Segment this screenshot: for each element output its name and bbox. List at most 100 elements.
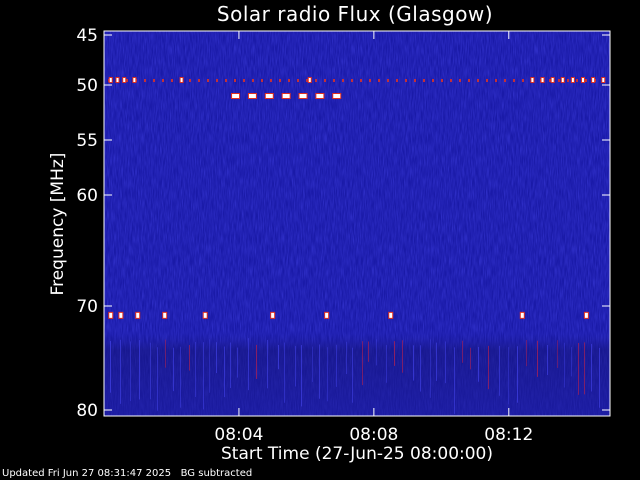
noise-streak [470,347,471,370]
rfi-dash [585,79,587,82]
rfi-dash [450,79,452,82]
rfi-spot [592,78,595,82]
noise-streak [157,347,158,411]
rfi-dash [441,79,443,82]
noise-streak [445,341,446,384]
rfi-spot [248,94,256,98]
y-tick-label: 60 [76,186,98,206]
rfi-dash [459,79,461,82]
noise-streak [591,343,592,392]
noise-streak [319,344,320,399]
rfi-dash [432,79,434,82]
rfi-spot [541,78,544,82]
noise-streak [312,346,313,382]
noise-streak [368,341,369,362]
rfi-dash [153,79,155,82]
rfi-spot [316,94,324,98]
noise-streak [420,345,421,392]
noise-streak [173,347,174,392]
noise-streak [195,341,196,397]
noise-streak [584,342,585,395]
rfi-spot [325,312,329,318]
noise-streak [301,345,302,407]
rfi-dash [306,79,308,82]
noise-streak [346,341,347,375]
rfi-dash [171,79,173,82]
noise-streak [578,342,579,395]
y-tick-label: 55 [76,131,98,151]
rfi-dash [423,79,425,82]
noise-streak [267,339,268,389]
rfi-spot [163,312,167,318]
rfi-spot [282,94,290,98]
rfi-spot [109,312,113,318]
rfi-dash [333,79,335,82]
rfi-spot [136,312,140,318]
rfi-spot [180,78,183,82]
rfi-spot [271,312,275,318]
rfi-dash [324,79,326,82]
rfi-dash [477,79,479,82]
rfi-spot [602,78,605,82]
noise-streak [336,344,337,387]
noise-streak [180,346,181,408]
rfi-dash [234,79,236,82]
rfi-spot [551,78,554,82]
x-tick-label: 08:12 [484,425,533,445]
rfi-dash [144,79,146,82]
noise-streak [352,347,353,403]
rfi-dash [513,79,515,82]
rfi-spot [561,78,564,82]
rfi-dash [351,79,353,82]
rfi-spot [133,78,136,82]
rfi-dash [207,79,209,82]
rfi-spot [299,94,307,98]
noise-streak [526,340,527,367]
rfi-spot [203,312,207,318]
noise-streak [150,342,151,400]
noise-streak [386,345,387,383]
rfi-dash [198,79,200,82]
rfi-dash [369,79,371,82]
noise-streak [462,340,463,363]
rfi-dash [252,79,254,82]
noise-streak [571,347,572,377]
rfi-dash [396,79,398,82]
noise-streak [499,345,500,396]
noise-streak [508,347,509,405]
low-frequency-band [104,334,610,416]
noise-streak [547,345,548,375]
rfi-dash [387,79,389,82]
noise-streak [488,345,489,390]
rfi-spot [389,312,393,318]
noise-streak [327,347,328,402]
footer-status: Updated Fri Jun 27 08:31:47 2025 BG subt… [2,468,253,479]
noise-streak [362,341,363,386]
noise-streak [110,341,111,393]
noise-streak [599,347,600,408]
noise-streak [454,347,455,414]
noise-streak [564,342,565,388]
rfi-spot [531,78,534,82]
y-tick-label: 45 [76,26,98,46]
noise-streak [413,345,414,381]
rfi-dash [243,79,245,82]
rfi-dash [315,79,317,82]
rfi-spot [109,78,112,82]
rfi-spot [571,78,574,82]
rfi-dash [288,79,290,82]
rfi-dash [522,79,524,82]
y-tick-label: 70 [76,297,98,317]
rfi-dash [216,79,218,82]
rfi-spot [232,94,240,98]
rfi-dash [414,79,416,82]
rfi-dash [342,79,344,82]
noise-streak [139,340,140,400]
y-tick-label: 50 [76,76,98,96]
noise-streak [537,340,538,377]
x-tick-label: 08:04 [214,425,263,445]
noise-streak [230,342,231,389]
noise-streak [248,338,249,391]
rfi-dash [126,79,128,82]
rfi-dash [162,79,164,82]
